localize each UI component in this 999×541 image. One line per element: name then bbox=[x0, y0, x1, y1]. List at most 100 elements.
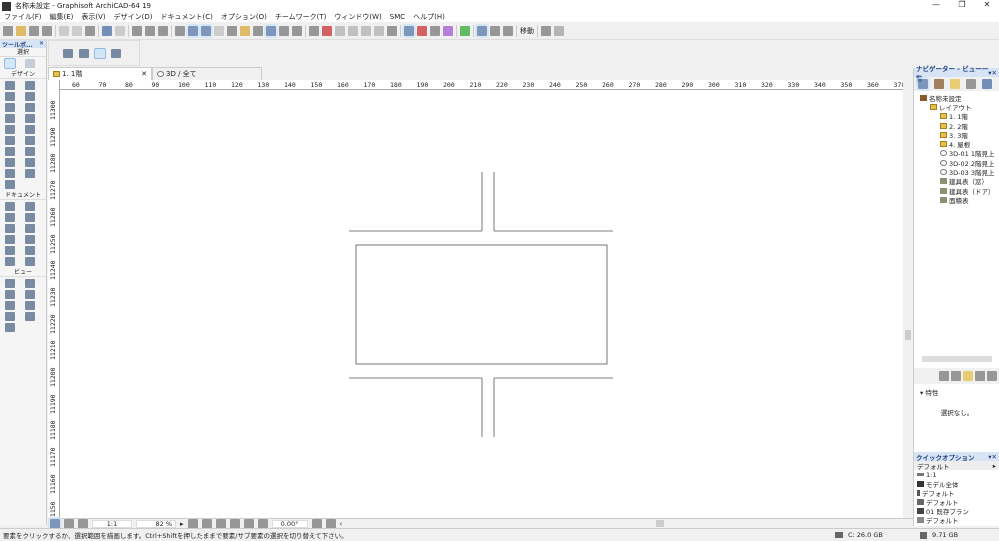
open-item-icon[interactable] bbox=[975, 371, 985, 381]
tree-item[interactable]: 建具表（窓） bbox=[920, 177, 999, 186]
tree-item[interactable]: レイアウト bbox=[920, 102, 999, 112]
tree-item[interactable]: 2. 2階 bbox=[920, 121, 999, 130]
tree-item[interactable]: 3D-02 2階見上 bbox=[920, 158, 999, 167]
new-icon[interactable] bbox=[3, 25, 13, 36]
wall-tool-icon[interactable] bbox=[5, 81, 15, 90]
rotate-view-icon[interactable] bbox=[257, 518, 268, 529]
publisher-icon[interactable] bbox=[966, 79, 976, 89]
undo-zoom-icon[interactable] bbox=[64, 518, 74, 529]
split-icon[interactable] bbox=[322, 25, 332, 36]
railing-tool-icon[interactable] bbox=[25, 114, 35, 123]
change-tool-icon[interactable] bbox=[25, 301, 35, 310]
selection-method-icon[interactable] bbox=[63, 48, 73, 58]
menu-teamwork[interactable]: チームワーク(T) bbox=[275, 12, 327, 22]
menu-help[interactable]: ヘルプ(H) bbox=[413, 12, 445, 22]
menu-view[interactable]: 表示(V) bbox=[81, 12, 105, 22]
pin-tool-icon[interactable] bbox=[5, 180, 15, 189]
lock-icon[interactable] bbox=[417, 25, 427, 36]
eyedropper-icon[interactable] bbox=[145, 25, 155, 36]
close-tab-icon[interactable]: ✕ bbox=[141, 70, 147, 78]
syringe-icon[interactable] bbox=[158, 25, 168, 36]
worksheet-tool-icon[interactable] bbox=[25, 290, 35, 299]
stair-tool-icon[interactable] bbox=[25, 103, 35, 112]
close-icon[interactable]: ▾✕ bbox=[988, 453, 997, 461]
arrow-tool-icon[interactable] bbox=[4, 58, 16, 69]
layout-book-icon[interactable] bbox=[950, 79, 960, 89]
label-tool-icon[interactable] bbox=[25, 224, 35, 233]
grid-icon[interactable] bbox=[214, 25, 224, 36]
camera-tool-icon[interactable] bbox=[5, 323, 15, 332]
trim-icon[interactable] bbox=[309, 25, 319, 36]
properties-header[interactable]: ▾ 特性 bbox=[914, 384, 999, 400]
marquee-shape-icon[interactable] bbox=[79, 48, 89, 58]
navigator-hscroll[interactable] bbox=[922, 356, 992, 362]
section-view-icon[interactable] bbox=[490, 25, 500, 36]
corner-icon[interactable] bbox=[348, 25, 358, 36]
roof-tool-icon[interactable] bbox=[25, 125, 35, 134]
shell-tool-icon[interactable] bbox=[5, 136, 15, 145]
print-icon[interactable] bbox=[42, 25, 52, 36]
floor-plan-view-icon[interactable] bbox=[475, 23, 489, 38]
beam-tool-icon[interactable] bbox=[5, 92, 15, 101]
rotate-marquee-icon[interactable] bbox=[94, 47, 106, 59]
close-icon[interactable]: ▾✕ bbox=[988, 69, 997, 77]
orbit-icon[interactable] bbox=[541, 25, 551, 36]
new-item-icon[interactable] bbox=[951, 371, 961, 381]
pointer-icon[interactable] bbox=[111, 48, 121, 58]
interior-elevation-tool-icon[interactable] bbox=[5, 290, 15, 299]
text-tool-icon[interactable] bbox=[5, 224, 15, 233]
layout-view-icon[interactable] bbox=[503, 25, 513, 36]
fit-in-window-icon[interactable] bbox=[243, 518, 254, 529]
snap-icon[interactable] bbox=[199, 23, 213, 38]
explode-icon[interactable] bbox=[387, 25, 397, 36]
pan-icon[interactable] bbox=[229, 518, 240, 529]
tab-3d[interactable]: 3D / 全て bbox=[152, 67, 262, 80]
figure-tool-icon[interactable] bbox=[5, 312, 15, 321]
marquee-tool-icon[interactable] bbox=[25, 59, 35, 68]
table-icon[interactable] bbox=[279, 25, 289, 36]
menu-window[interactable]: ウィンドウ(W) bbox=[334, 12, 381, 22]
redo-zoom-icon[interactable] bbox=[78, 518, 88, 529]
column-tool-icon[interactable] bbox=[25, 81, 35, 90]
vertical-scrollbar[interactable] bbox=[903, 80, 913, 518]
angle-field[interactable]: 0.00° bbox=[271, 519, 308, 528]
morph-tool-icon[interactable] bbox=[25, 158, 35, 167]
delete-icon[interactable] bbox=[987, 371, 997, 381]
zoom-in-area-icon[interactable] bbox=[187, 518, 198, 529]
fillet-icon[interactable] bbox=[361, 25, 371, 36]
object-tool-icon[interactable] bbox=[5, 114, 15, 123]
tree-item[interactable]: 4. 屋根 bbox=[920, 139, 999, 149]
tree-item[interactable]: 1. 1階 bbox=[920, 112, 999, 121]
level-dimension-tool-icon[interactable] bbox=[25, 202, 35, 211]
line-icon[interactable] bbox=[227, 25, 237, 36]
skylight-tool-icon[interactable] bbox=[25, 136, 35, 145]
adjust-icon[interactable] bbox=[374, 25, 384, 36]
circle-tool-icon[interactable] bbox=[5, 246, 15, 255]
line-tool-icon[interactable] bbox=[25, 235, 35, 244]
dimension-option[interactable]: デフォルト bbox=[914, 515, 999, 525]
new-folder-icon[interactable] bbox=[963, 371, 973, 381]
guide-lines-icon[interactable] bbox=[186, 23, 200, 38]
walk-icon[interactable] bbox=[554, 25, 564, 36]
menu-document[interactable]: ドキュメント(C) bbox=[161, 12, 213, 22]
tree-item[interactable]: 面積表 bbox=[920, 195, 999, 205]
scroll-left-icon[interactable]: ‹ bbox=[340, 520, 343, 528]
hotspot-tool-icon[interactable] bbox=[25, 257, 35, 266]
polyline-tool-icon[interactable] bbox=[25, 246, 35, 255]
menu-design[interactable]: デザイン(D) bbox=[114, 12, 153, 22]
horizontal-scroll-thumb[interactable] bbox=[656, 520, 664, 527]
tree-item[interactable]: 3D-03 3階見上 bbox=[920, 167, 999, 177]
window-tool-icon[interactable] bbox=[25, 92, 35, 101]
menu-edit[interactable]: 編集(E) bbox=[50, 12, 74, 22]
render-icon[interactable] bbox=[460, 25, 470, 36]
view-map-icon[interactable] bbox=[916, 77, 930, 91]
save-icon[interactable] bbox=[29, 25, 39, 36]
marker-icon[interactable] bbox=[253, 25, 263, 36]
radial-dimension-tool-icon[interactable] bbox=[25, 213, 35, 222]
preset-dropdown[interactable]: デフォルト ▸ bbox=[914, 461, 999, 471]
detail-tool-icon[interactable] bbox=[5, 301, 15, 310]
settings-icon[interactable] bbox=[939, 371, 949, 381]
navigator-toggle-icon[interactable] bbox=[48, 516, 62, 531]
offset-icon[interactable] bbox=[335, 25, 345, 36]
menu-file[interactable]: ファイル(F) bbox=[4, 12, 42, 22]
